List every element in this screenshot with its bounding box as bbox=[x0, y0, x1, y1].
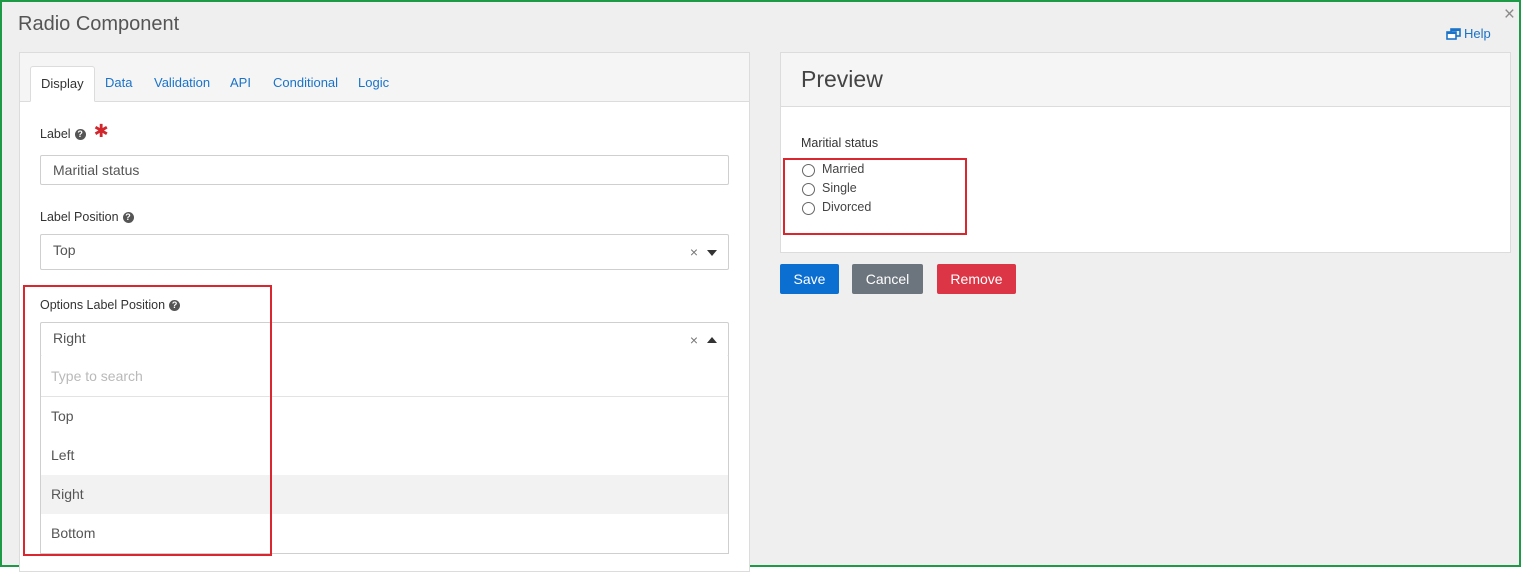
label-field-text: Label bbox=[40, 127, 71, 141]
preview-title: Preview bbox=[781, 53, 1510, 107]
label-position-text: Label Position bbox=[40, 210, 119, 224]
question-circle-icon: ? bbox=[122, 211, 134, 223]
label-position-label: Label Position ? bbox=[40, 210, 134, 224]
save-button[interactable]: Save bbox=[780, 264, 839, 294]
dialog-frame: Radio Component × Help Display Data Vali… bbox=[0, 0, 1521, 572]
tab-display[interactable]: Display bbox=[30, 66, 95, 102]
cancel-button[interactable]: Cancel bbox=[852, 264, 923, 294]
label-field-label: Label ? ✱ bbox=[40, 121, 109, 141]
preview-field-label: Maritial status bbox=[801, 136, 879, 150]
required-icon: ✱ bbox=[93, 121, 109, 141]
caret-up-icon[interactable] bbox=[707, 337, 717, 343]
label-position-value: Top bbox=[53, 242, 76, 258]
dialog-title: Radio Component bbox=[18, 13, 180, 35]
highlight-box-options-dropdown bbox=[23, 285, 272, 556]
tab-validation[interactable]: Validation bbox=[144, 66, 220, 102]
help-link[interactable]: Help bbox=[1446, 26, 1491, 41]
label-position-select[interactable]: Top × bbox=[40, 234, 729, 270]
caret-down-icon[interactable] bbox=[707, 250, 717, 256]
tab-logic[interactable]: Logic bbox=[348, 66, 399, 102]
external-window-icon bbox=[1446, 27, 1461, 40]
label-input[interactable]: Maritial status bbox=[40, 155, 729, 185]
tab-conditional[interactable]: Conditional bbox=[263, 66, 348, 102]
help-label: Help bbox=[1464, 26, 1491, 41]
remove-button[interactable]: Remove bbox=[937, 264, 1016, 294]
tab-api[interactable]: API bbox=[220, 66, 261, 102]
close-icon[interactable]: × bbox=[1504, 5, 1515, 25]
tab-bar: Display Data Validation API Conditional … bbox=[20, 53, 749, 102]
clear-icon[interactable]: × bbox=[690, 332, 698, 348]
clear-icon[interactable]: × bbox=[690, 244, 698, 260]
tab-data[interactable]: Data bbox=[95, 66, 142, 102]
highlight-box-radio-preview bbox=[783, 158, 967, 235]
question-circle-icon: ? bbox=[74, 128, 86, 140]
